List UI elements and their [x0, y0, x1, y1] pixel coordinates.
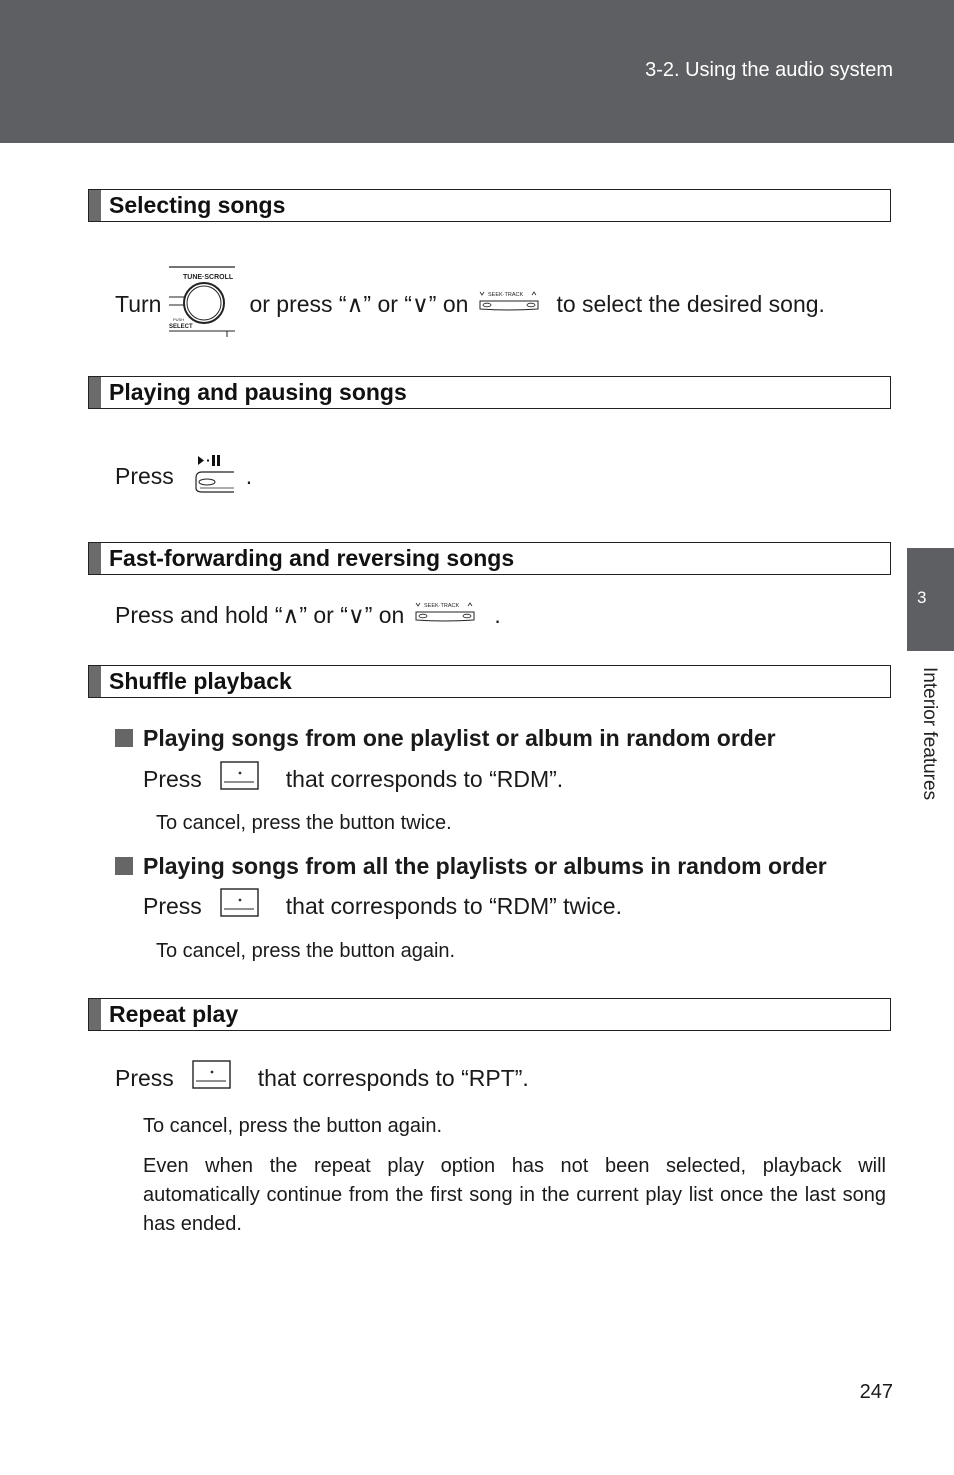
tune-scroll-knob-icon: TUNE·SCROLL PUSH SELECT — [167, 265, 237, 343]
bullet-square-icon — [115, 729, 133, 747]
text-press: Press — [143, 765, 202, 792]
svg-text:SEEK·TRACK: SEEK·TRACK — [488, 292, 523, 298]
section-playing-pausing: Playing and pausing songs — [88, 376, 891, 409]
preset-button-icon — [220, 888, 260, 924]
text-press: Press — [115, 462, 174, 489]
chapter-tab: 3 — [907, 548, 954, 651]
chapter-side-label: Interior features — [919, 667, 940, 801]
repeat-paragraph: Even when the repeat play option has not… — [143, 1155, 886, 1235]
text-action: that corresponds to “RDM” twice. — [285, 892, 622, 919]
shuffle-subheading-one: Playing songs from one playlist or album… — [115, 723, 776, 753]
section-marker — [89, 999, 101, 1030]
text-action: that corresponds to “RDM”. — [285, 765, 564, 792]
section-marker — [89, 190, 101, 221]
shuffle-all-note: To cancel, press the button again. — [156, 940, 456, 962]
section-title: Repeat play — [109, 1001, 239, 1027]
text-or-press: or press “∧” or “∨” on — [249, 290, 469, 317]
svg-text:PUSH: PUSH — [173, 317, 184, 322]
text-press: Press — [143, 892, 202, 919]
bullet-square-icon — [115, 857, 133, 875]
chapter-title: 3-2. Using the audio system — [645, 59, 893, 81]
shuffle-one-instruction: Press that corresponds to “RDM”. — [143, 761, 564, 797]
section-title: Fast-forwarding and reversing songs — [109, 545, 515, 571]
section-fast-forward-reverse: Fast-forwarding and reversing songs — [88, 542, 891, 575]
svg-text:TUNE·SCROLL: TUNE·SCROLL — [183, 274, 234, 281]
text-period: . — [245, 462, 253, 489]
preset-button-icon — [220, 761, 260, 797]
page-header: 3-2. Using the audio system — [0, 0, 954, 143]
section-title: Shuffle playback — [109, 668, 292, 694]
shuffle-subheading-all: Playing songs from all the playlists or … — [115, 851, 827, 881]
section-shuffle-playback: Shuffle playback — [88, 665, 891, 698]
subheading-text: Playing songs from one playlist or album… — [143, 724, 776, 751]
text-period: . — [494, 601, 501, 628]
text-action: that corresponds to “RPT”. — [257, 1064, 529, 1091]
preset-button-icon — [192, 1060, 232, 1096]
section-marker — [89, 377, 101, 408]
section-title: Playing and pausing songs — [109, 379, 407, 405]
svg-text:SELECT: SELECT — [169, 324, 193, 330]
section-marker — [89, 543, 101, 574]
text-to-select: to select the desired song. — [556, 290, 825, 317]
repeat-note: To cancel, press the button again. — [143, 1115, 443, 1137]
repeat-instruction: Press that corresponds to “RPT”. — [115, 1060, 529, 1096]
text-press: Press — [115, 1064, 174, 1091]
text-press-and-hold: Press and hold “∧” or “∨” on — [115, 601, 405, 628]
shuffle-one-note: To cancel, press the button twice. — [156, 812, 452, 834]
play-pause-button-icon — [194, 450, 238, 502]
ffrev-instruction: Press and hold “∧” or “∨” on SEEK·TRACK … — [115, 600, 501, 630]
section-marker — [89, 666, 101, 697]
playing-instruction: Press . — [115, 452, 252, 500]
subheading-text: Playing songs from all the playlists or … — [143, 852, 827, 879]
section-title: Selecting songs — [109, 192, 286, 218]
svg-text:SEEK·TRACK: SEEK·TRACK — [424, 603, 459, 609]
section-repeat-play: Repeat play — [88, 998, 891, 1031]
chapter-number: 3 — [917, 588, 927, 607]
page-number: 247 — [859, 1381, 893, 1403]
selecting-instruction: Turn TUNE·SCROLL PUSH SELECT or press “∧… — [115, 265, 825, 343]
shuffle-all-instruction: Press that corresponds to “RDM” twice. — [143, 888, 622, 924]
text-turn: Turn — [115, 290, 162, 317]
seek-track-button-icon: SEEK·TRACK — [414, 600, 476, 630]
seek-track-button-icon: SEEK·TRACK — [478, 289, 540, 319]
section-selecting-songs: Selecting songs — [88, 189, 891, 222]
